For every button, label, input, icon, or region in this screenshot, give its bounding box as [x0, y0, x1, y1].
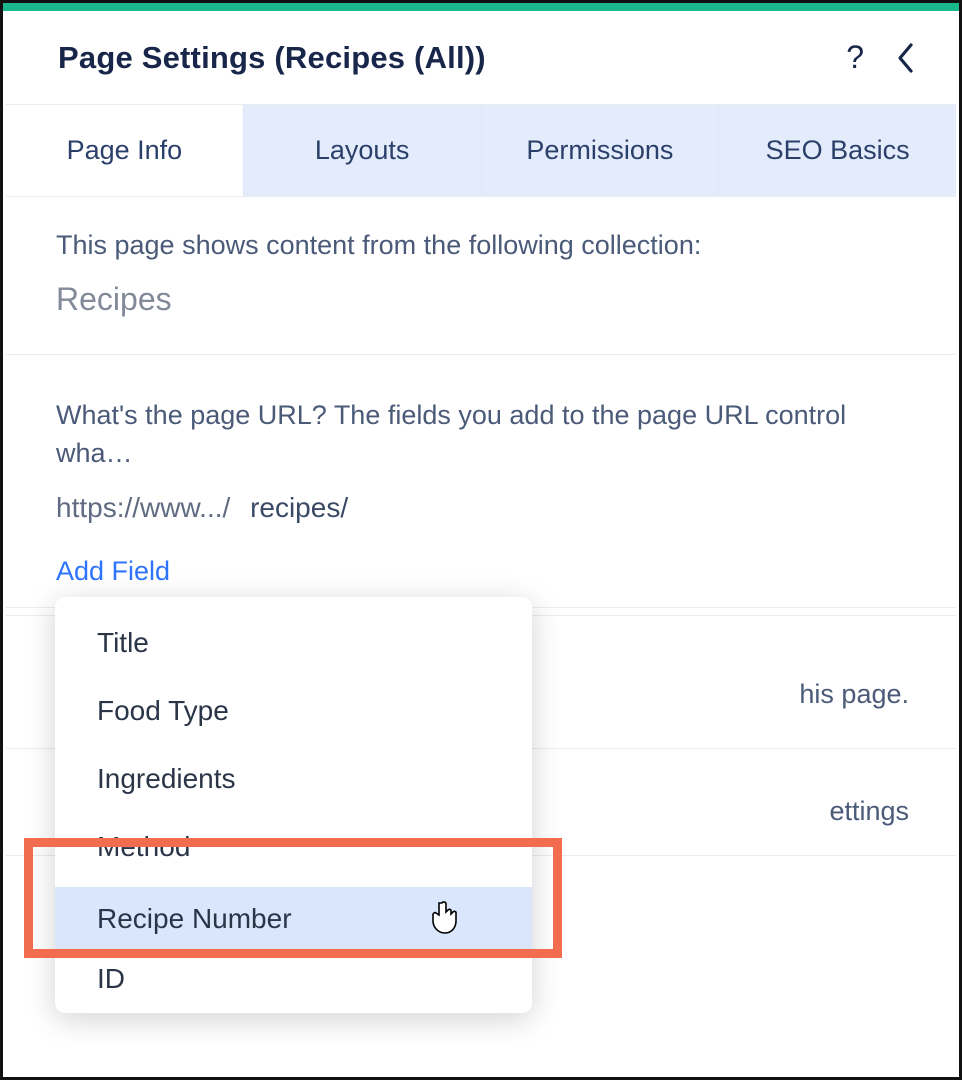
header-actions: ?	[846, 39, 916, 76]
panel-header: Page Settings (Recipes (All)) ?	[6, 11, 956, 105]
page-url-section: What's the page URL? The fields you add …	[6, 355, 956, 609]
dropdown-item-method[interactable]: Method	[55, 819, 532, 887]
tab-bar: Page Info Layouts Permissions SEO Basics	[6, 105, 956, 197]
add-field-dropdown: Title Food Type Ingredients Method Recip…	[55, 597, 532, 1013]
collection-description: This page shows content from the followi…	[56, 227, 906, 265]
collection-section: This page shows content from the followi…	[6, 197, 956, 355]
help-icon[interactable]: ?	[846, 39, 864, 76]
page-title: Page Settings (Recipes (All))	[58, 40, 486, 76]
add-field-link[interactable]: Add Field	[56, 556, 170, 587]
tab-page-info[interactable]: Page Info	[6, 105, 244, 196]
page-url-question: What's the page URL? The fields you add …	[56, 397, 906, 473]
tab-layouts[interactable]: Layouts	[244, 105, 482, 196]
dropdown-item-food-type[interactable]: Food Type	[55, 683, 532, 751]
dropdown-item-id[interactable]: ID	[55, 951, 532, 1005]
tab-seo-basics[interactable]: SEO Basics	[719, 105, 956, 196]
dropdown-item-title[interactable]: Title	[55, 615, 532, 683]
settings-panel-frame: Page Settings (Recipes (All)) ? Page Inf…	[0, 0, 962, 1080]
obscured-text-settings: ettings	[829, 796, 909, 827]
back-chevron-icon[interactable]	[896, 42, 916, 74]
dropdown-item-recipe-number[interactable]: Recipe Number	[55, 887, 532, 951]
collection-name: Recipes	[56, 281, 906, 318]
tab-permissions[interactable]: Permissions	[482, 105, 720, 196]
obscured-text-this-page: his page.	[799, 679, 909, 710]
top-accent-bar	[3, 3, 959, 11]
url-path-input[interactable]: recipes/	[250, 492, 348, 523]
page-url-row: https://www.../ recipes/	[56, 492, 906, 524]
dropdown-item-ingredients[interactable]: Ingredients	[55, 751, 532, 819]
url-base: https://www.../	[56, 492, 230, 523]
